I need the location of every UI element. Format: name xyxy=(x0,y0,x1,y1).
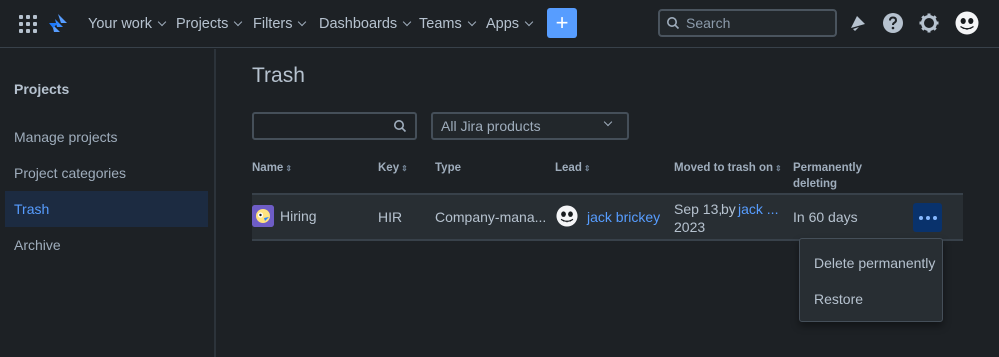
nav-apps[interactable]: Apps xyxy=(486,15,534,33)
column-label: Lead xyxy=(555,162,582,174)
column-header-key[interactable]: Key ⇕ xyxy=(378,160,408,177)
menu-item-restore[interactable]: Restore xyxy=(814,291,863,307)
lead-avatar xyxy=(556,205,578,227)
help-icon[interactable] xyxy=(882,12,904,34)
nav-filters[interactable]: Filters xyxy=(253,15,307,33)
chevron-down-icon xyxy=(524,17,534,27)
product-select-value: All Jira products xyxy=(441,118,541,134)
avatar[interactable] xyxy=(955,11,979,35)
column-label: Key xyxy=(378,162,400,174)
moved-date: Sep 13, xyxy=(674,201,723,217)
top-navigation: Your work Projects Filters Dashboards Te… xyxy=(0,0,999,48)
moved-by-label: by xyxy=(721,201,736,217)
plus-icon: + xyxy=(555,10,569,35)
more-dots-icon xyxy=(925,215,930,220)
nav-teams[interactable]: Teams xyxy=(419,15,476,33)
settings-icon[interactable] xyxy=(918,12,940,34)
chevron-down-icon xyxy=(603,117,613,127)
sidebar-item-archive[interactable]: Archive xyxy=(5,227,208,263)
sidebar-item-manage-projects[interactable]: Manage projects xyxy=(5,119,208,155)
jira-logo-icon[interactable] xyxy=(47,13,69,35)
project-key: HIR xyxy=(378,209,403,225)
sidebar-item-label: Archive xyxy=(14,237,61,253)
search-icon xyxy=(394,120,407,133)
more-actions-button[interactable] xyxy=(913,203,942,232)
project-type: Company-mana... xyxy=(435,209,547,225)
chevron-down-icon xyxy=(402,17,412,27)
column-header-moved[interactable]: Moved to trash on ⇕ xyxy=(674,160,782,177)
nav-label: Your work xyxy=(88,16,152,32)
sidebar-item-trash[interactable]: Trash xyxy=(5,191,208,227)
lead-link[interactable]: jack brickey xyxy=(587,209,660,225)
menu-item-delete-permanently[interactable]: Delete permanently xyxy=(814,255,935,271)
search-icon xyxy=(667,17,680,30)
project-avatar-icon xyxy=(252,205,274,227)
nav-label: Projects xyxy=(176,16,229,32)
sidebar-title: Projects xyxy=(14,81,70,97)
sort-icon: ⇕ xyxy=(775,164,782,173)
product-select[interactable]: All Jira products xyxy=(431,112,629,140)
filter-search-input[interactable] xyxy=(252,112,417,140)
column-header-lead[interactable]: Lead ⇕ xyxy=(555,160,591,177)
sort-icon: ⇕ xyxy=(285,164,293,173)
chevron-down-icon xyxy=(234,17,243,27)
nav-projects[interactable]: Projects xyxy=(176,15,243,33)
column-header-type: Type xyxy=(435,160,461,176)
sort-icon: ⇕ xyxy=(401,164,408,173)
nav-label: Dashboards xyxy=(319,16,398,32)
column-label: Permanently xyxy=(793,162,863,174)
permanently-deleting-value: In 60 days xyxy=(793,209,858,225)
sidebar-item-project-categories[interactable]: Project categories xyxy=(5,155,208,191)
notifications-icon[interactable] xyxy=(847,12,869,34)
app-switcher-icon[interactable] xyxy=(19,15,37,33)
create-button[interactable]: + xyxy=(547,8,577,38)
sort-icon: ⇕ xyxy=(583,164,591,173)
column-label: Type xyxy=(435,162,461,174)
more-dots-icon xyxy=(918,215,923,220)
sidebar-item-label: Project categories xyxy=(14,165,127,181)
page-title: Trash xyxy=(252,64,305,87)
chevron-down-icon xyxy=(467,17,476,27)
more-dots-icon xyxy=(932,215,937,220)
nav-label: Filters xyxy=(253,16,293,32)
nav-label: Apps xyxy=(486,16,520,32)
column-label: Name xyxy=(252,162,284,174)
moved-year: 2023 xyxy=(674,219,706,235)
moved-by-user-link[interactable]: jack ... xyxy=(738,201,778,217)
sidebar: Projects Manage projects Project categor… xyxy=(0,49,216,357)
sidebar-item-label: Trash xyxy=(14,201,50,217)
chevron-down-icon xyxy=(157,17,167,27)
nav-label: Teams xyxy=(419,16,462,32)
column-header-permanently-deleting: Permanently deleting xyxy=(793,160,862,192)
column-label: Moved to trash on xyxy=(674,162,774,174)
column-label: deleting xyxy=(793,178,838,190)
project-name-link[interactable]: Hiring xyxy=(280,208,317,224)
chevron-down-icon xyxy=(298,17,307,27)
search-input[interactable]: Search xyxy=(658,9,837,37)
search-placeholder: Search xyxy=(686,15,731,31)
nav-your-work[interactable]: Your work xyxy=(88,15,167,33)
sidebar-item-label: Manage projects xyxy=(14,129,118,145)
actions-menu: Delete permanently Restore xyxy=(799,238,943,322)
nav-dashboards[interactable]: Dashboards xyxy=(319,15,412,33)
column-header-name[interactable]: Name ⇕ xyxy=(252,160,292,177)
